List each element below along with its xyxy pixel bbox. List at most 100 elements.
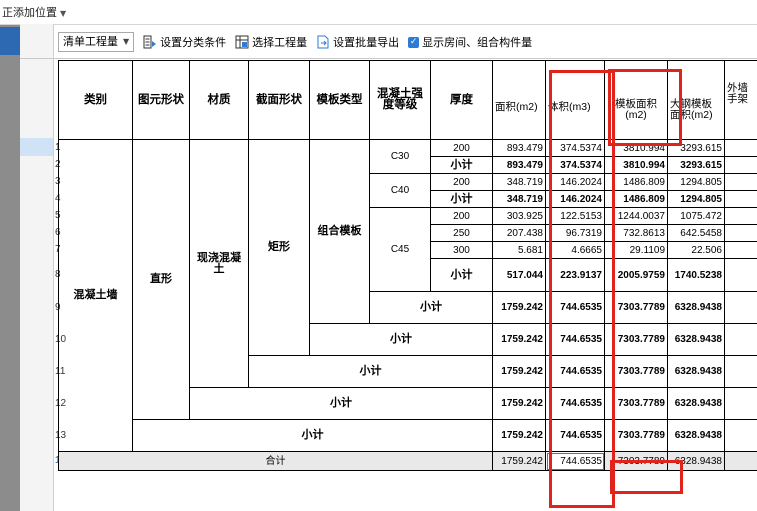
large-form-cell[interactable]: 6328.9438 <box>667 291 725 324</box>
select-quantity-label: 选择工程量 <box>252 36 308 49</box>
col-header-outer[interactable]: 外墙手架 <box>724 60 757 140</box>
outer-cell[interactable] <box>724 355 757 388</box>
row-header-panel <box>20 24 54 511</box>
classify-icon <box>143 35 157 49</box>
thickness-cell[interactable]: 小计 <box>430 190 493 208</box>
col-header-grade[interactable]: 混凝土强度等级 <box>369 60 431 140</box>
area-cell[interactable]: 5.681 <box>492 241 546 259</box>
select-quantity-button[interactable]: 选择工程量 <box>235 34 307 50</box>
large-form-cell[interactable]: 3293.615 <box>667 156 725 174</box>
subtotal-label[interactable]: 小计 <box>132 419 493 452</box>
area-cell[interactable]: 348.719 <box>492 190 546 208</box>
quantity-type-value: 清单工程量 <box>63 35 118 48</box>
large-form-cell[interactable]: 1075.472 <box>667 207 725 225</box>
table-icon <box>235 35 249 49</box>
col-header-thickness[interactable]: 厚度 <box>430 60 493 140</box>
area-cell[interactable]: 1759.242 <box>492 451 546 471</box>
outer-cell[interactable] <box>724 323 757 356</box>
category-cell[interactable]: 混凝土墙 <box>58 139 133 452</box>
large-form-cell[interactable]: 1294.805 <box>667 190 725 208</box>
grade-cell[interactable]: C30 <box>369 139 431 174</box>
thickness-cell[interactable]: 200 <box>430 207 493 225</box>
outer-cell[interactable] <box>724 139 757 157</box>
toolbar: 清单工程量 ▼ 设置分类条件 选择工程量 设置批量导出 ✓ 显示房间、组合构件量 <box>53 28 757 56</box>
thickness-cell[interactable]: 300 <box>430 241 493 259</box>
section-cell[interactable]: 矩形 <box>248 139 310 356</box>
set-class-label: 设置分类条件 <box>160 36 227 49</box>
row-panel-selection <box>20 138 53 156</box>
col-header-formwork[interactable]: 模板类型 <box>309 60 370 140</box>
large-form-cell[interactable]: 6328.9438 <box>667 355 725 388</box>
outer-cell[interactable] <box>724 451 757 471</box>
chevron-down-icon: ▼ <box>123 37 130 46</box>
col-header-category[interactable]: 类别 <box>58 60 133 140</box>
outer-cell[interactable] <box>724 156 757 174</box>
col-header-area[interactable]: 面积(m2) <box>492 60 546 140</box>
toolbar-divider <box>20 58 757 59</box>
large-form-cell[interactable]: 1740.5238 <box>667 258 725 292</box>
batch-export-button[interactable]: 设置批量导出 <box>316 34 399 50</box>
window-title[interactable]: 正添加位置 ▼ <box>2 4 66 20</box>
chevron-down-icon[interactable]: ▼ <box>60 9 66 18</box>
set-class-button[interactable]: 设置分类条件 <box>143 34 226 50</box>
show-rooms-checkbox[interactable]: ✓ 显示房间、组合构件量 <box>408 34 532 50</box>
grade-cell[interactable]: C40 <box>369 173 431 208</box>
col-header-section[interactable]: 截面形状 <box>248 60 310 140</box>
area-cell[interactable]: 207.438 <box>492 224 546 242</box>
area-cell[interactable]: 1759.242 <box>492 387 546 420</box>
outer-cell[interactable] <box>724 419 757 452</box>
area-cell[interactable]: 1759.242 <box>492 323 546 356</box>
outer-cell[interactable] <box>724 207 757 225</box>
volume-column-highlight <box>549 70 615 508</box>
col-header-shape[interactable]: 图元形状 <box>132 60 190 140</box>
thickness-cell[interactable]: 200 <box>430 173 493 191</box>
material-cell[interactable]: 现浇混凝土 <box>189 139 249 388</box>
large-form-cell[interactable]: 6328.9438 <box>667 323 725 356</box>
large-form-cell[interactable]: 1294.805 <box>667 173 725 191</box>
area-cell[interactable]: 1759.242 <box>492 419 546 452</box>
subtotal-label[interactable]: 小计 <box>189 387 493 420</box>
area-cell[interactable]: 893.479 <box>492 139 546 157</box>
left-selected-indicator <box>0 27 20 55</box>
quantity-type-dropdown[interactable]: 清单工程量 ▼ <box>58 32 135 52</box>
outer-cell[interactable] <box>724 173 757 191</box>
outer-cell[interactable] <box>724 224 757 242</box>
title-bar <box>0 0 757 25</box>
total-label[interactable]: 合计 <box>58 451 493 471</box>
thickness-cell[interactable]: 小计 <box>430 258 493 292</box>
thickness-cell[interactable]: 200 <box>430 139 493 157</box>
large-form-cell[interactable]: 22.506 <box>667 241 725 259</box>
thickness-cell[interactable]: 小计 <box>430 156 493 174</box>
formwork-cell[interactable]: 组合模板 <box>309 139 370 324</box>
outer-cell[interactable] <box>724 190 757 208</box>
outer-cell[interactable] <box>724 258 757 292</box>
col-header-material[interactable]: 材质 <box>189 60 249 140</box>
batch-export-label: 设置批量导出 <box>333 36 400 49</box>
area-cell[interactable]: 1759.242 <box>492 291 546 324</box>
export-icon <box>317 35 329 49</box>
subtotal-label[interactable]: 小计 <box>248 355 493 388</box>
outer-cell[interactable] <box>724 241 757 259</box>
large-form-cell[interactable]: 642.5458 <box>667 224 725 242</box>
area-cell[interactable]: 517.044 <box>492 258 546 292</box>
thickness-cell[interactable]: 250 <box>430 224 493 242</box>
large-form-cell[interactable]: 6328.9438 <box>667 419 725 452</box>
area-cell[interactable]: 1759.242 <box>492 355 546 388</box>
shape-cell[interactable]: 直形 <box>132 139 190 420</box>
grade-cell[interactable]: C45 <box>369 207 431 292</box>
outer-cell[interactable] <box>724 291 757 324</box>
checkbox-checked-icon[interactable]: ✓ <box>408 36 420 48</box>
form-area-column-highlight <box>608 69 682 146</box>
table-row[interactable]: 小计 1759.242 744.6535 7303.7789 6328.9438 <box>59 419 757 452</box>
large-form-cell[interactable]: 6328.9438 <box>667 387 725 420</box>
area-cell[interactable]: 303.925 <box>492 207 546 225</box>
outer-cell[interactable] <box>724 387 757 420</box>
form-area-total-highlight <box>610 460 683 494</box>
subtotal-label[interactable]: 小计 <box>369 291 493 324</box>
left-side-panel <box>0 0 20 511</box>
area-cell[interactable]: 893.479 <box>492 156 546 174</box>
show-rooms-label: 显示房间、组合构件量 <box>422 36 533 49</box>
window-title-text: 正添加位置 <box>2 6 57 19</box>
subtotal-label[interactable]: 小计 <box>309 323 493 356</box>
area-cell[interactable]: 348.719 <box>492 173 546 191</box>
